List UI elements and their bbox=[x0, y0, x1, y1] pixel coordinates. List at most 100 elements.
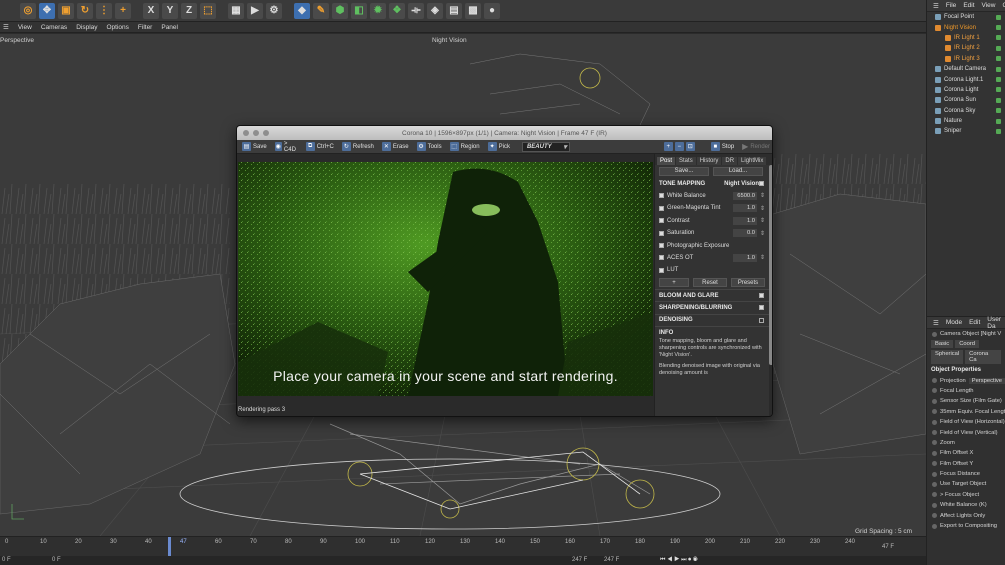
render-element-select[interactable]: BEAUTY bbox=[521, 141, 570, 152]
tone-param-row[interactable]: Green-Magenta Tint 1.0 ⇕ bbox=[655, 202, 772, 214]
keyframe-icon[interactable] bbox=[932, 450, 937, 456]
render-picture-icon[interactable]: ▶ bbox=[247, 2, 263, 19]
axis-y-button[interactable]: Y bbox=[162, 2, 178, 19]
visibility-check-icon[interactable] bbox=[996, 87, 1001, 93]
post-save-button[interactable]: Save... bbox=[659, 166, 709, 176]
attributes-menu-mode[interactable]: Mode bbox=[946, 319, 962, 326]
keyframe-icon[interactable] bbox=[932, 388, 937, 394]
coordinate-icon[interactable]: ⬚ bbox=[200, 2, 216, 19]
keyframe-icon[interactable] bbox=[932, 378, 937, 384]
zoom-icons[interactable]: + − ⊡ bbox=[662, 142, 697, 151]
tab-history[interactable]: History bbox=[696, 157, 722, 165]
floor-icon[interactable]: ▤ bbox=[446, 2, 462, 19]
tone-param-row[interactable]: ACES OT 1.0 ⇕ bbox=[655, 252, 772, 264]
to-c4d-button[interactable]: ◉ > C4D bbox=[273, 141, 300, 153]
visibility-check-icon[interactable] bbox=[996, 118, 1001, 124]
start-frame-field[interactable]: 0 F bbox=[2, 557, 11, 563]
tone-param-row[interactable]: Contrast 1.0 ⇕ bbox=[655, 215, 772, 227]
object-row[interactable]: Sniper bbox=[927, 126, 1005, 136]
visibility-check-icon[interactable] bbox=[996, 77, 1001, 83]
pen-icon[interactable]: ✎ bbox=[313, 2, 329, 19]
stepper-icon[interactable]: ⇕ bbox=[760, 192, 765, 199]
keyframe-icon[interactable] bbox=[932, 398, 937, 404]
sharpening-header[interactable]: SHARPENING/BLURRING bbox=[655, 301, 772, 313]
visibility-check-icon[interactable] bbox=[996, 14, 1001, 20]
add-icon[interactable]: + bbox=[115, 2, 131, 19]
side-panel-scrollbar[interactable] bbox=[769, 165, 772, 416]
bloom-checkbox[interactable] bbox=[759, 293, 764, 299]
menu-cameras[interactable]: Cameras bbox=[41, 24, 67, 31]
visibility-check-icon[interactable] bbox=[996, 45, 1001, 51]
tab-spherical[interactable]: Spherical bbox=[931, 350, 964, 365]
param-value-input[interactable]: 6500.0 bbox=[733, 191, 757, 200]
objects-menu-icon[interactable]: ☰ bbox=[933, 2, 939, 10]
timeline-playhead[interactable] bbox=[168, 537, 171, 556]
attribute-row[interactable]: Film Offset Y bbox=[927, 459, 1005, 469]
tone-mapping-header[interactable]: TONE MAPPING Night Vision bbox=[655, 177, 772, 189]
denoising-header[interactable]: DENOISING bbox=[655, 313, 772, 326]
param-value-input[interactable]: 1.0 bbox=[733, 253, 757, 262]
menu-panel[interactable]: Panel bbox=[161, 24, 178, 31]
sharpening-checkbox[interactable] bbox=[759, 305, 764, 311]
stepper-icon[interactable]: ⇕ bbox=[760, 217, 765, 224]
keyframe-icon[interactable] bbox=[932, 440, 937, 446]
object-row[interactable]: Corona Sky bbox=[927, 106, 1005, 116]
attribute-row[interactable]: > Focus Object bbox=[927, 490, 1005, 500]
attribute-row[interactable]: Zoom bbox=[927, 438, 1005, 448]
attributes-menu-edit[interactable]: Edit bbox=[969, 319, 980, 326]
tab-corona-camera[interactable]: Corona Ca bbox=[965, 350, 1001, 365]
menu-icon[interactable]: ☰ bbox=[3, 23, 9, 31]
stop-button[interactable]: ■ Stop bbox=[709, 142, 736, 151]
field-icon[interactable]: ⟛ bbox=[408, 2, 424, 19]
visibility-check-icon[interactable] bbox=[996, 56, 1001, 62]
maximize-window-button[interactable] bbox=[263, 130, 269, 136]
object-row[interactable]: Focal Point bbox=[927, 12, 1005, 22]
attribute-row[interactable]: White Balance (K) bbox=[927, 500, 1005, 510]
tab-dr[interactable]: DR bbox=[722, 157, 738, 165]
stepper-icon[interactable]: ⇕ bbox=[760, 254, 765, 261]
playback-controls[interactable]: ⏮ ◀ ▶ ⏭ ⏺ ◉ bbox=[660, 557, 698, 564]
attribute-row[interactable]: Focal Length bbox=[927, 386, 1005, 396]
attribute-row[interactable]: Focus Distance bbox=[927, 469, 1005, 479]
pick-button[interactable]: ✦ Pick bbox=[486, 142, 512, 151]
move-icon[interactable]: ✥ bbox=[39, 2, 55, 19]
deformer-icon[interactable]: ❖ bbox=[389, 2, 405, 19]
reset-button[interactable]: Reset bbox=[693, 278, 727, 288]
cloner-icon[interactable]: ✹ bbox=[370, 2, 386, 19]
tag-icon[interactable]: ◈ bbox=[427, 2, 443, 19]
rotate-icon[interactable]: ↻ bbox=[77, 2, 93, 19]
extrude-icon[interactable]: ◧ bbox=[351, 2, 367, 19]
param-value-input[interactable]: 1.0 bbox=[733, 216, 757, 225]
param-value-input[interactable]: 0.0 bbox=[733, 229, 757, 238]
refresh-button[interactable]: ↻ Refresh bbox=[340, 142, 376, 151]
post-load-button[interactable]: Load... bbox=[713, 166, 763, 176]
object-row[interactable]: Nature bbox=[927, 116, 1005, 126]
objects-menu-file[interactable]: File bbox=[946, 2, 956, 9]
erase-button[interactable]: ✕ Erase bbox=[380, 142, 411, 151]
tone-param-row[interactable]: Photographic Exposure bbox=[655, 239, 772, 251]
tab-basic[interactable]: Basic bbox=[931, 340, 954, 349]
menu-display[interactable]: Display bbox=[76, 24, 97, 31]
attribute-row[interactable]: Use Target Object bbox=[927, 479, 1005, 489]
objects-menu-edit[interactable]: Edit bbox=[963, 2, 974, 9]
attribute-row[interactable]: Sensor Size (Film Gate) bbox=[927, 396, 1005, 406]
keyframe-icon[interactable] bbox=[932, 409, 937, 415]
axis-x-button[interactable]: X bbox=[143, 2, 159, 19]
object-row[interactable]: Default Camera bbox=[927, 64, 1005, 74]
keyframe-icon[interactable] bbox=[932, 471, 937, 477]
axis-z-button[interactable]: Z bbox=[181, 2, 197, 19]
keyframe-icon[interactable] bbox=[932, 481, 937, 487]
tools-button[interactable]: ⚙ Tools bbox=[415, 142, 444, 151]
tab-stats[interactable]: Stats bbox=[676, 157, 696, 165]
add-operator-button[interactable]: + bbox=[659, 278, 689, 288]
attribute-row[interactable]: Affect Lights Only bbox=[927, 510, 1005, 520]
attribute-row[interactable]: Film Offset X bbox=[927, 448, 1005, 458]
copy-button[interactable]: ⧉ Ctrl+C bbox=[304, 142, 336, 151]
render-view-icon[interactable]: ▦ bbox=[228, 2, 244, 19]
param-checkbox[interactable] bbox=[659, 230, 664, 236]
object-row[interactable]: Corona Light bbox=[927, 85, 1005, 95]
visibility-check-icon[interactable] bbox=[996, 25, 1001, 31]
keyframe-icon[interactable] bbox=[932, 430, 937, 436]
end-frame-field-2[interactable]: 247 F bbox=[604, 557, 619, 563]
tone-param-row[interactable]: LUT bbox=[655, 264, 772, 276]
